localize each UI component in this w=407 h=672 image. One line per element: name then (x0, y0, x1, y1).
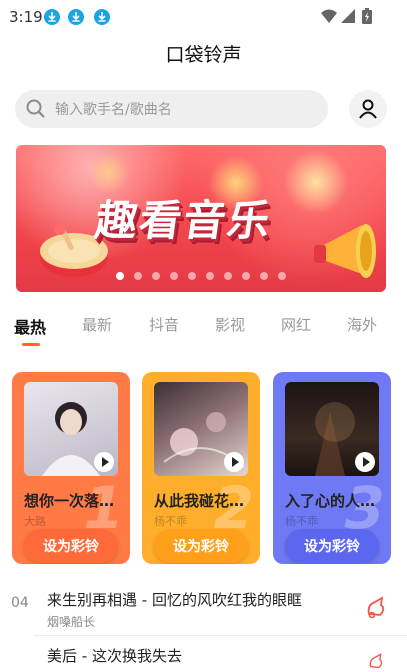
carousel-dot[interactable] (116, 272, 124, 280)
set-ringtone-button[interactable]: 设为彩铃 (24, 529, 118, 563)
carousel-indicator (16, 272, 386, 280)
carousel-dot[interactable] (152, 272, 160, 280)
song-index: 04 (11, 595, 29, 611)
carousel-dot[interactable] (170, 272, 178, 280)
download-icon (44, 9, 60, 25)
tab-film[interactable]: 影视 (215, 314, 245, 335)
song-title: 入了心的人… (285, 492, 376, 510)
list-item[interactable]: 美后 - 这次换我失去 (47, 645, 182, 666)
user-profile-button[interactable] (349, 90, 387, 128)
ringtone-card[interactable]: 3 入了心的人… 杨不乖 设为彩铃 (273, 372, 391, 564)
carousel-dot[interactable] (278, 272, 286, 280)
download-icon (68, 9, 84, 25)
divider (34, 635, 407, 636)
tab-douyin[interactable]: 抖音 (149, 314, 179, 335)
tab-hottest[interactable]: 最热 (14, 314, 46, 338)
carousel-dot[interactable] (206, 272, 214, 280)
battery-icon (362, 8, 372, 24)
search-bar[interactable] (15, 90, 328, 130)
page-title: 口袋铃声 (165, 44, 242, 66)
tab-newest[interactable]: 最新 (82, 314, 112, 335)
ringtone-icon[interactable] (363, 595, 389, 621)
download-icon (94, 9, 110, 25)
song-title: 来生别再相遇 - 回忆的风吹红我的眼眶 (47, 591, 302, 609)
play-icon[interactable] (355, 452, 375, 472)
song-title: 想你一次落… (24, 492, 115, 510)
user-icon (359, 99, 377, 119)
list-item[interactable]: 04 来生别再相遇 - 回忆的风吹红我的眼眶 烟嗓船长 (0, 585, 407, 635)
song-artist: 烟嗓船长 (47, 615, 96, 629)
carousel-dot[interactable] (224, 272, 232, 280)
song-artist: 杨不乖 (285, 515, 318, 528)
play-icon[interactable] (224, 452, 244, 472)
carousel-dot[interactable] (242, 272, 250, 280)
firework-decoration (281, 147, 351, 217)
carousel-dot[interactable] (260, 272, 268, 280)
album-cover[interactable] (154, 382, 248, 476)
wifi-icon (321, 9, 337, 23)
ringtone-card[interactable]: 1 想你一次落… 大路 设为彩铃 (12, 372, 130, 564)
set-ringtone-button[interactable]: 设为彩铃 (154, 529, 248, 563)
set-ringtone-button[interactable]: 设为彩铃 (285, 529, 379, 563)
play-icon[interactable] (94, 452, 114, 472)
carousel-dot[interactable] (188, 272, 196, 280)
song-artist: 大路 (24, 515, 46, 528)
search-icon (26, 99, 45, 118)
album-cover[interactable] (285, 382, 379, 476)
signal-icon (341, 9, 355, 23)
category-tabs: 最热 最新 抖音 影视 网红 海外 (0, 314, 407, 348)
ringtone-icon[interactable] (366, 652, 386, 672)
song-artist: 杨不乖 (154, 515, 187, 528)
song-title: 从此我碰花… (154, 492, 245, 510)
search-input[interactable] (53, 90, 317, 130)
tab-overseas[interactable]: 海外 (347, 314, 377, 335)
ringtone-card[interactable]: 2 从此我碰花… 杨不乖 设为彩铃 (142, 372, 260, 564)
tab-influencer[interactable]: 网红 (281, 314, 311, 335)
promo-banner[interactable]: 趣看音乐 (16, 145, 386, 292)
carousel-dot[interactable] (134, 272, 142, 280)
album-cover[interactable] (24, 382, 118, 476)
status-time: 3:19 (9, 8, 43, 26)
status-bar: 3:19 (0, 0, 407, 34)
active-tab-indicator (22, 343, 40, 346)
song-title: 美后 - 这次换我失去 (47, 647, 182, 665)
banner-title: 趣看音乐 (92, 196, 276, 245)
